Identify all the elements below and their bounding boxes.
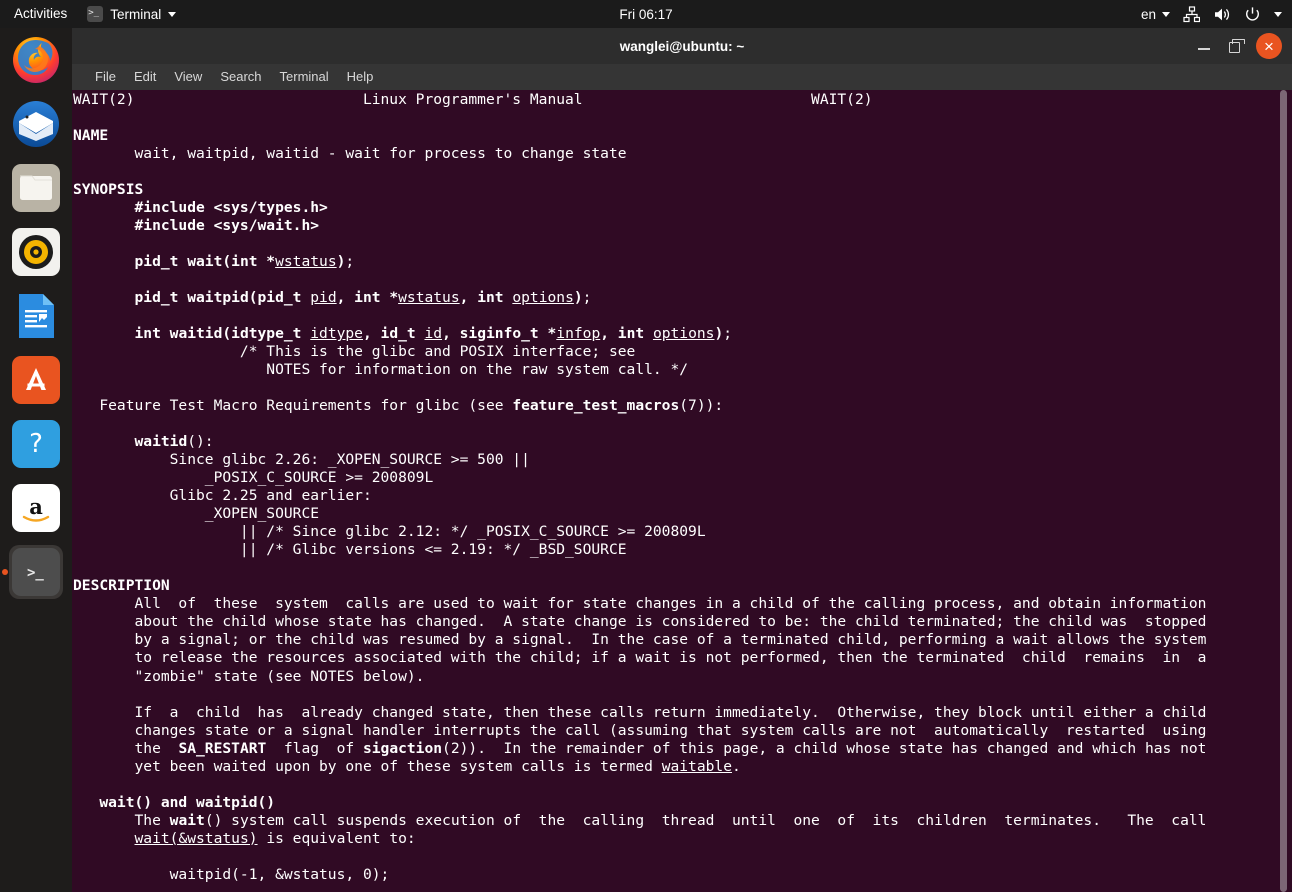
clock[interactable]: Fri 06:17 (0, 7, 1292, 22)
dock-item-help[interactable]: ? (0, 412, 72, 476)
power-icon[interactable] (1244, 6, 1261, 23)
menu-edit[interactable]: Edit (125, 64, 165, 90)
keyboard-language-indicator[interactable]: en (1141, 7, 1170, 22)
system-tray: en (1141, 0, 1282, 28)
svg-text:a: a (29, 494, 43, 519)
volume-icon[interactable] (1213, 6, 1231, 23)
help-icon: ? (12, 420, 60, 468)
thunderbird-icon (12, 100, 60, 148)
network-icon[interactable] (1183, 5, 1200, 23)
chevron-down-icon[interactable] (1274, 11, 1282, 17)
maximize-button[interactable] (1229, 39, 1245, 53)
man-page-text: WAIT(2) Linux Programmer's Manual WAIT(2… (73, 91, 1207, 883)
dock-item-amazon[interactable]: a (0, 476, 72, 540)
terminal-icon: >_ (12, 548, 60, 596)
menubar: File Edit View Search Terminal Help (72, 64, 1292, 90)
files-icon (12, 164, 60, 212)
minimize-button[interactable] (1195, 37, 1213, 55)
dock-item-terminal[interactable]: >_ (0, 540, 72, 604)
dock-item-thunderbird[interactable] (0, 92, 72, 156)
scrollbar-thumb[interactable] (1280, 90, 1287, 892)
menu-view[interactable]: View (165, 64, 211, 90)
ubuntu-dock: ? a >_ (0, 28, 72, 892)
amazon-icon: a (12, 484, 60, 532)
svg-text:?: ? (29, 429, 43, 459)
system-top-bar: Activities Terminal Fri 06:17 en (0, 0, 1292, 28)
terminal-window: wanglei@ubuntu: ~ File Edit View Search … (72, 28, 1292, 892)
dock-item-firefox[interactable] (0, 28, 72, 92)
dock-item-ubuntu-software[interactable] (0, 348, 72, 412)
terminal-output-area[interactable]: WAIT(2) Linux Programmer's Manual WAIT(2… (72, 90, 1292, 892)
activities-button[interactable]: Activities (0, 0, 79, 28)
menu-help[interactable]: Help (338, 64, 383, 90)
dock-item-files[interactable] (0, 156, 72, 220)
close-button[interactable] (1256, 33, 1282, 59)
terminal-icon (87, 5, 104, 22)
menu-terminal[interactable]: Terminal (271, 64, 338, 90)
rhythmbox-icon (12, 228, 60, 276)
vertical-scrollbar[interactable] (1279, 90, 1288, 892)
chevron-down-icon (1162, 11, 1170, 17)
app-menu-label: Terminal (110, 6, 162, 22)
dock-item-libreoffice-writer[interactable] (0, 284, 72, 348)
window-title: wanglei@ubuntu: ~ (619, 38, 745, 54)
ubuntu-software-icon (12, 356, 60, 404)
chevron-down-icon (168, 11, 177, 17)
menu-file[interactable]: File (86, 64, 125, 90)
libreoffice-writer-icon (12, 292, 60, 340)
language-label: en (1140, 6, 1156, 22)
dock-item-rhythmbox[interactable] (0, 220, 72, 284)
svg-text:>_: >_ (27, 565, 44, 581)
menu-search[interactable]: Search (211, 64, 270, 90)
window-controls (1195, 28, 1282, 64)
firefox-icon (12, 36, 60, 84)
window-titlebar[interactable]: wanglei@ubuntu: ~ (72, 28, 1292, 64)
app-menu-terminal[interactable]: Terminal (79, 0, 184, 28)
